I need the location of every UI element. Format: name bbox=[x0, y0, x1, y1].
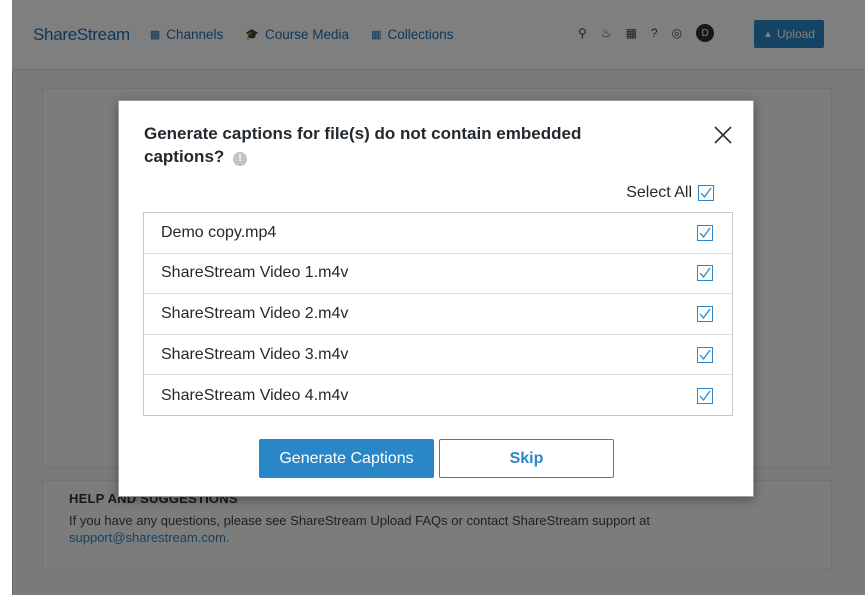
dialog-title: Generate captions for file(s) do not con… bbox=[144, 122, 654, 168]
close-icon bbox=[714, 126, 732, 144]
checkmark-icon bbox=[699, 268, 711, 279]
file-name: ShareStream Video 1.m4v bbox=[161, 264, 349, 282]
file-checkbox[interactable] bbox=[697, 305, 713, 322]
select-all-control[interactable]: Select All bbox=[626, 184, 714, 202]
list-item: ShareStream Video 4.m4v bbox=[144, 375, 732, 416]
file-name: ShareStream Video 2.m4v bbox=[161, 304, 349, 322]
file-checkbox[interactable] bbox=[697, 387, 713, 404]
file-name: ShareStream Video 3.m4v bbox=[161, 345, 349, 363]
generate-captions-button[interactable]: Generate Captions bbox=[259, 439, 434, 478]
list-item: ShareStream Video 2.m4v bbox=[144, 294, 732, 335]
file-checkbox[interactable] bbox=[697, 224, 713, 241]
list-item: Demo copy.mp4 bbox=[144, 213, 732, 254]
checkmark-icon bbox=[699, 308, 711, 320]
select-all-checkbox[interactable] bbox=[698, 185, 714, 201]
dialog-title-text: Generate captions for file(s) do not con… bbox=[144, 124, 582, 166]
close-button[interactable] bbox=[711, 123, 735, 147]
skip-button[interactable]: Skip bbox=[439, 439, 614, 478]
list-item: ShareStream Video 1.m4v bbox=[144, 254, 732, 295]
file-checkbox[interactable] bbox=[697, 265, 713, 282]
info-icon[interactable]: ! bbox=[233, 152, 248, 166]
file-name: Demo copy.mp4 bbox=[161, 223, 277, 241]
file-name: ShareStream Video 4.m4v bbox=[161, 386, 349, 404]
checkmark-icon bbox=[699, 390, 711, 401]
select-all-label: Select All bbox=[626, 184, 692, 201]
list-item: ShareStream Video 3.m4v bbox=[144, 335, 732, 376]
file-list: Demo copy.mp4 ShareStream Video 1.m4v Sh… bbox=[143, 212, 733, 416]
file-checkbox[interactable] bbox=[697, 346, 713, 363]
checkmark-icon bbox=[700, 187, 712, 199]
generate-captions-dialog: Generate captions for file(s) do not con… bbox=[118, 100, 754, 497]
checkmark-icon bbox=[699, 349, 711, 360]
checkmark-icon bbox=[699, 227, 711, 238]
